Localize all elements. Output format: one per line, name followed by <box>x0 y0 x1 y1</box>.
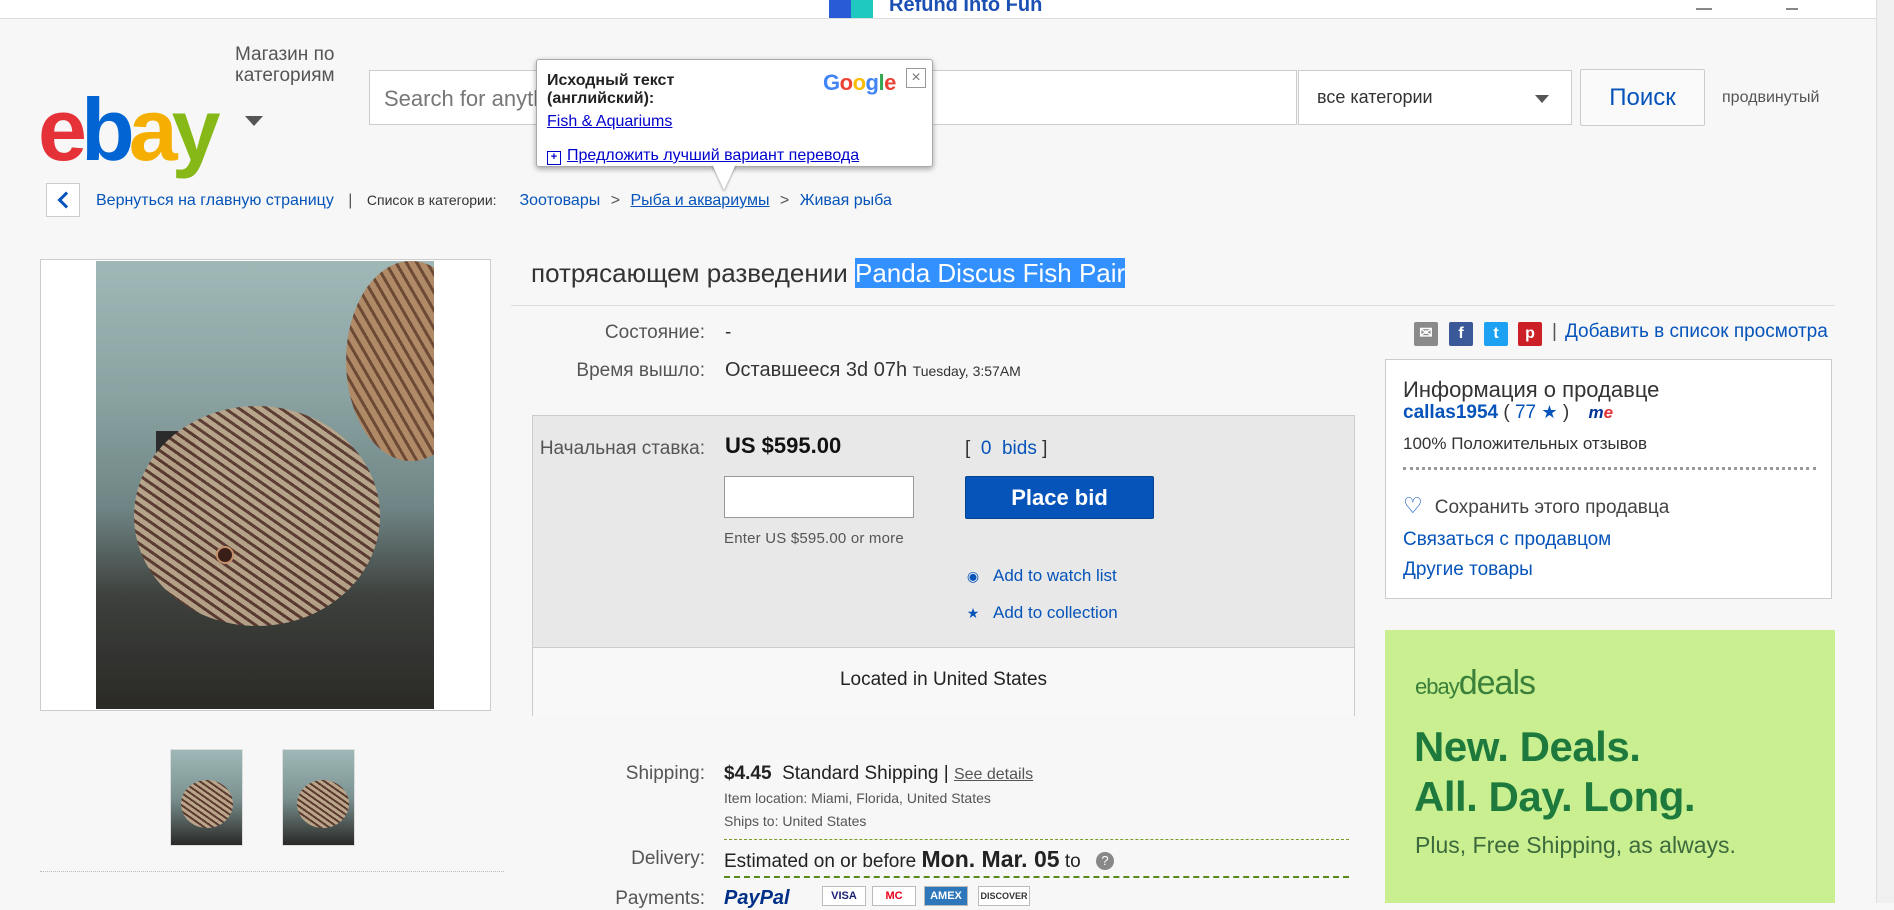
starting-bid-label: Начальная ставка: <box>539 438 705 459</box>
chevron-down-icon[interactable] <box>245 116 263 126</box>
translate-source-label: Исходный текст (английский): <box>547 72 675 107</box>
place-bid-button[interactable]: Place bid <box>965 476 1154 519</box>
delivery-date: Mon. Mar. 05 <box>921 846 1060 872</box>
time-left-label: Время вышло: <box>576 360 705 381</box>
facebook-share-icon[interactable]: f <box>1449 322 1473 346</box>
twitter-share-icon[interactable]: t <box>1484 322 1508 346</box>
item-location-meta: Item location: Miami, Florida, United St… <box>724 790 991 806</box>
help-icon[interactable]: ? <box>1095 852 1114 870</box>
ebay-logo[interactable]: ebay <box>38 86 221 174</box>
starting-bid-price: US $595.00 <box>725 433 842 458</box>
deals-headline: New. Deals. All. Day. Long. <box>1414 723 1696 820</box>
listed-in-label: Список в категории: <box>366 192 497 208</box>
deals-subtext: Plus, Free Shipping, as always. <box>1415 832 1736 858</box>
back-button[interactable] <box>46 183 80 217</box>
mastercard-icon: MC <box>872 886 916 906</box>
email-share-icon[interactable]: ✉ <box>1414 322 1438 346</box>
back-to-home-link[interactable]: Вернуться на главную страницу <box>96 192 334 209</box>
add-to-watch-list-link[interactable]: ◉ Add to watch list <box>965 566 1117 586</box>
scrollbar[interactable] <box>1876 0 1894 903</box>
google-logo: Google <box>823 70 896 95</box>
discover-icon: DISCOVER <box>978 886 1030 906</box>
add-to-watchlist-link[interactable]: | Добавить в список просмотра <box>1552 321 1828 343</box>
save-seller-link[interactable]: ♡ Сохранить этого продавца <box>1403 493 1669 519</box>
item-location: Located in United States <box>839 669 1048 690</box>
title-selected-text: Panda Discus Fish Pair <box>854 258 1126 288</box>
translate-source-link[interactable]: Fish & Aquariums <box>547 113 672 131</box>
promo-logo-icon[interactable] <box>829 0 873 18</box>
shipping-label: Shipping: <box>625 763 705 784</box>
delivery-value: Estimated on or before Mon. Mar. 05 to ? <box>724 846 1114 873</box>
breadcrumb-arrow: > <box>610 192 621 209</box>
breadcrumb-item-fish-aquariums[interactable]: Рыба и аквариумы <box>630 192 769 209</box>
see-details-link[interactable]: See details <box>954 766 1033 783</box>
breadcrumb-arrow: > <box>779 192 790 209</box>
pinterest-share-icon[interactable]: p <box>1518 322 1542 346</box>
paypal-logo: PayPal <box>724 887 790 909</box>
heart-icon: ♡ <box>1403 493 1423 518</box>
plus-icon: + <box>547 151 561 165</box>
star-icon: ★ <box>1541 402 1558 422</box>
promo-text[interactable]: Refund Into Fun <box>889 0 1042 17</box>
seller-info-panel: Информация о продавце callas1954 ( 77 ★ … <box>1385 359 1832 599</box>
breadcrumb-item-pets[interactable]: Зоотовары <box>519 192 600 209</box>
bids-link[interactable]: 0 bids <box>981 438 1037 459</box>
chevron-down-icon <box>1535 95 1549 103</box>
contact-seller-link[interactable]: Связаться с продавцом <box>1403 529 1611 551</box>
search-button[interactable]: Поиск <box>1580 69 1705 126</box>
amex-icon: AMEX <box>924 886 968 906</box>
seller-info-heading: Информация о продавце <box>1403 377 1660 402</box>
shipping-value: $4.45 Standard Shipping | See details <box>724 763 1034 784</box>
cart-icon[interactable] <box>1786 0 1798 10</box>
payments-label: Payments: <box>615 888 705 909</box>
advanced-search-link[interactable]: продвинутый <box>1722 89 1819 107</box>
divider <box>724 839 1349 840</box>
ebay-deals-ad[interactable]: ebaydeals New. Deals. All. Day. Long. Plu… <box>1385 630 1835 903</box>
bids-count: [ 0 bids ] <box>965 438 1048 459</box>
me-page-icon[interactable]: me <box>1588 403 1613 423</box>
breadcrumb: Вернуться на главную страницу | Список в… <box>96 192 892 210</box>
notification-icon[interactable] <box>1696 0 1712 10</box>
category-select-value: все категории <box>1317 87 1433 107</box>
other-items-link[interactable]: Другие товары <box>1403 559 1533 581</box>
ships-to-meta: Ships to: United States <box>724 813 867 829</box>
breadcrumb-divider: | <box>348 192 353 209</box>
breadcrumb-item-live-fish[interactable]: Живая рыба <box>800 192 892 209</box>
end-time: Tuesday, 3:57AM <box>912 363 1021 379</box>
main-product-image[interactable] <box>40 259 491 711</box>
deals-brand: ebaydeals <box>1415 664 1536 702</box>
shipping-price: $4.45 <box>724 763 772 784</box>
visa-icon: VISA <box>822 886 866 906</box>
shipping-service: Standard Shipping <box>782 763 939 784</box>
divider <box>724 876 1349 878</box>
time-left-value: Оставшееся 3d 07h Tuesday, 3:57AM <box>725 359 1021 381</box>
thumbnail-image[interactable] <box>170 749 243 846</box>
discus-fish-photo <box>96 261 434 709</box>
close-icon[interactable]: × <box>906 68 926 88</box>
divider <box>1403 467 1816 470</box>
thumbnail-image[interactable] <box>282 749 355 846</box>
delivery-label: Delivery: <box>631 848 705 869</box>
feedback-score[interactable]: 77 <box>1515 402 1536 423</box>
condition-label: Состояние: <box>604 322 705 343</box>
bid-amount-input[interactable] <box>724 476 914 518</box>
star-icon: ★ <box>966 605 980 621</box>
divider <box>511 305 1835 306</box>
seller-name-row: callas1954 ( 77 ★ ) me <box>1403 402 1614 423</box>
positive-feedback: 100% Положительных отзывов <box>1403 434 1648 453</box>
shop-by-category[interactable]: Магазин по категориям <box>235 44 355 86</box>
translate-popup-pointer <box>712 164 736 190</box>
seller-name-link[interactable]: callas1954 <box>1403 402 1498 423</box>
add-to-collection-link[interactable]: ★ Add to collection <box>965 603 1118 623</box>
translate-popup: Исходный текст (английский): Fish & Aqua… <box>536 59 933 167</box>
suggest-translation-link[interactable]: + Предложить лучший вариант перевода <box>547 147 859 165</box>
top-strip: Refund Into Fun <box>0 0 1894 19</box>
category-select[interactable]: все категории <box>1298 70 1572 125</box>
condition-value: - <box>725 322 732 343</box>
title-text: потрясающем разведении <box>531 258 848 288</box>
divider <box>40 871 504 872</box>
page-title: потрясающем разведении Panda Discus Fish… <box>531 258 1126 289</box>
bid-hint: Enter US $595.00 or more <box>724 530 904 547</box>
eye-icon: ◉ <box>966 568 980 584</box>
